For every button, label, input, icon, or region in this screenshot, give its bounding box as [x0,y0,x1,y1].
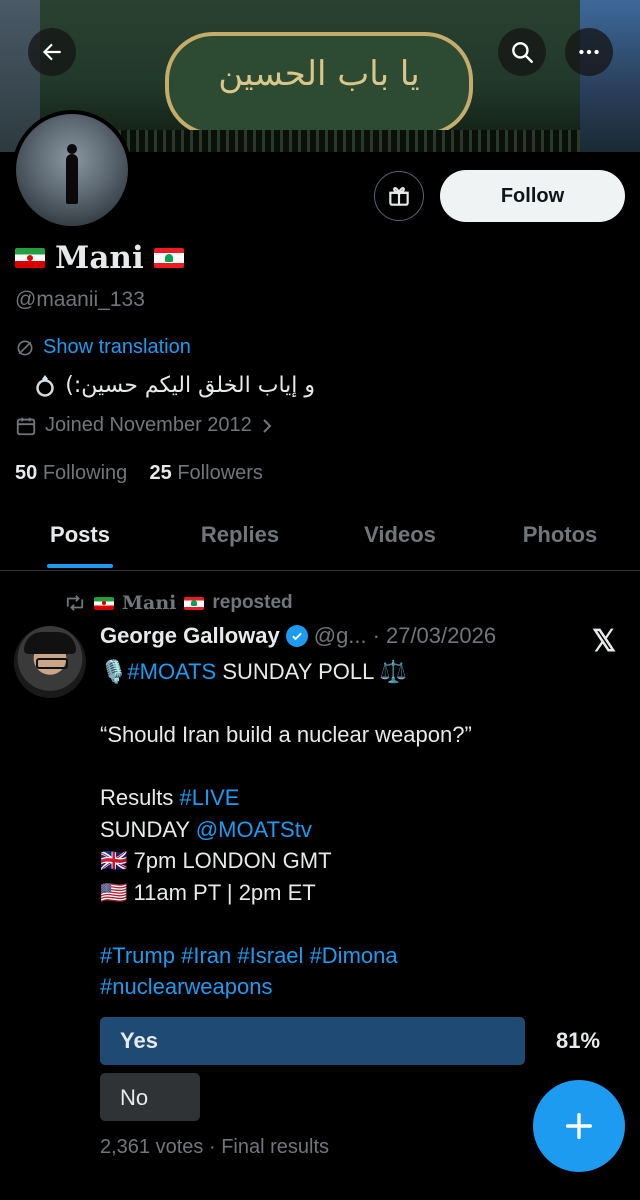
verified-badge-icon [285,625,308,647]
poll-title-line: 🎙️#MOATS SUNDAY POLL ⚖️ [100,656,550,688]
show-translation-text: Show translation [43,336,191,358]
sunday-line: SUNDAY @MOATStv [100,814,550,846]
following-count: 50 [15,462,38,484]
post-header: George Galloway @g... · 27/03/2026 [100,623,496,649]
microphone-icon: 🎙️ [100,659,128,684]
avatar-glasses [36,658,68,669]
us-flag-icon: 🇺🇸 [100,879,128,905]
poll-option-yes-bar [100,1017,525,1065]
post-author-name[interactable]: George Galloway [100,623,280,649]
back-button[interactable] [28,28,76,76]
plus-icon [565,1112,593,1140]
lebanon-flag-icon [184,596,205,610]
following-link[interactable]: 50 Following [15,462,127,484]
search-button[interactable] [498,28,546,76]
poll-question: “Should Iran build a nuclear weapon?” [100,722,472,747]
hashtag-moats[interactable]: #MOATS [127,659,216,684]
gift-icon [389,187,409,206]
profile-bio: و إياب الخلق اليكم حسين:) [15,372,315,398]
follow-button[interactable]: Follow [440,170,625,222]
followers-link[interactable]: 25 Followers [150,462,263,484]
hashtags-line: #Trump #Iran #Israel #Dimona [100,940,550,972]
follow-counts: 50 Following 25 Followers [15,462,263,485]
banner-wall-right [580,0,640,152]
tab-videos[interactable]: Videos [320,510,480,570]
avatar-figure-head [67,144,77,154]
post-text: 🎙️#MOATS SUNDAY POLL ⚖️ “Should Iran bui… [100,656,550,1003]
results-prefix: Results [100,785,180,810]
following-label: Following [42,462,128,484]
profile-handle: @maanii_133 [15,288,145,311]
sunday-prefix: SUNDAY [100,816,196,842]
hashtag-live[interactable]: #LIVE [179,785,239,810]
gift-button[interactable] [374,171,424,221]
us-time-line: 🇺🇸 11am PT | 2pm ET [100,877,550,909]
chevron-right-icon [263,418,272,433]
profile-name-text: Mani [55,240,144,276]
repost-indicator[interactable]: Mani reposted [64,592,293,614]
scales-icon: ⚖️ [379,659,408,684]
tabs-divider [0,570,640,571]
banner-calligraphy: يا باب الحسين [218,54,420,94]
london-time-line: 🇬🇧 7pm LONDON GMT [100,845,550,877]
followers-label: Followers [177,462,263,484]
iran-flag-icon [15,248,45,268]
post-dot-separator: · [372,623,380,648]
profile-tabs: Posts Replies Videos Photos [0,510,640,570]
profile-avatar[interactable] [12,110,132,230]
poll-title-text: SUNDAY POLL [216,659,380,684]
post-author-handle[interactable]: @g... [314,623,367,649]
more-options-button[interactable] [565,28,613,76]
post-date[interactable]: 27/03/2026 [386,623,496,649]
hashtag-iran[interactable]: #Iran [181,943,231,968]
avatar-hat [24,632,76,654]
bio-text: و إياب الخلق اليكم حسين:) [65,372,315,398]
london-time: 7pm LONDON GMT [133,848,332,873]
profile-name: Mani [15,240,184,276]
hashtags-line-2: #nuclearweapons [100,971,550,1003]
ring-icon [36,375,54,397]
avatar-figure [66,154,78,204]
uk-flag-icon: 🇬🇧 [100,848,128,873]
post-author-avatar[interactable] [14,626,86,698]
arrow-left-icon [42,43,61,61]
hashtag-dimona[interactable]: #Dimona [310,943,398,968]
more-dots-icon [579,49,599,55]
compose-post-button[interactable] [533,1080,625,1172]
joined-date[interactable]: Joined November 2012 [15,414,274,437]
poll-status: Final results [221,1136,330,1158]
repost-name: Mani [122,592,177,614]
poll-option-no-label: No [120,1085,149,1110]
hashtag-nuclearweapons[interactable]: #nuclearweapons [100,974,272,999]
calendar-icon [16,417,36,435]
poll-option-no-bar [100,1073,200,1121]
tab-photos[interactable]: Photos [480,510,640,570]
tab-posts[interactable]: Posts [0,510,160,570]
poll-option-yes-percent: 81% [556,1028,601,1053]
results-line: Results #LIVE [100,782,550,814]
iran-flag-icon [94,596,114,610]
lebanon-flag-icon [153,248,184,268]
hashtag-israel[interactable]: #Israel [237,943,303,968]
hashtag-trump[interactable]: #Trump [100,943,175,968]
mention-moatstv[interactable]: @MOATStv [196,817,312,842]
search-icon [512,42,533,63]
us-time: 11am PT | 2pm ET [133,879,316,905]
x-logo-icon[interactable]: 𝕏 [592,624,616,659]
show-translation-link[interactable]: Show translation [15,336,191,359]
tab-replies[interactable]: Replies [160,510,320,570]
poll-votes: 2,361 votes [100,1136,204,1158]
banner-plaque: يا باب الحسين [165,32,473,136]
poll-footer: 2,361 votes · Final results [100,1136,330,1158]
joined-text: Joined November 2012 [45,414,252,436]
repost-icon [66,595,84,611]
translate-icon [17,340,33,355]
followers-count: 25 [149,462,172,484]
repost-suffix: reposted [212,592,293,613]
poll-option-yes-label: Yes [120,1028,158,1053]
